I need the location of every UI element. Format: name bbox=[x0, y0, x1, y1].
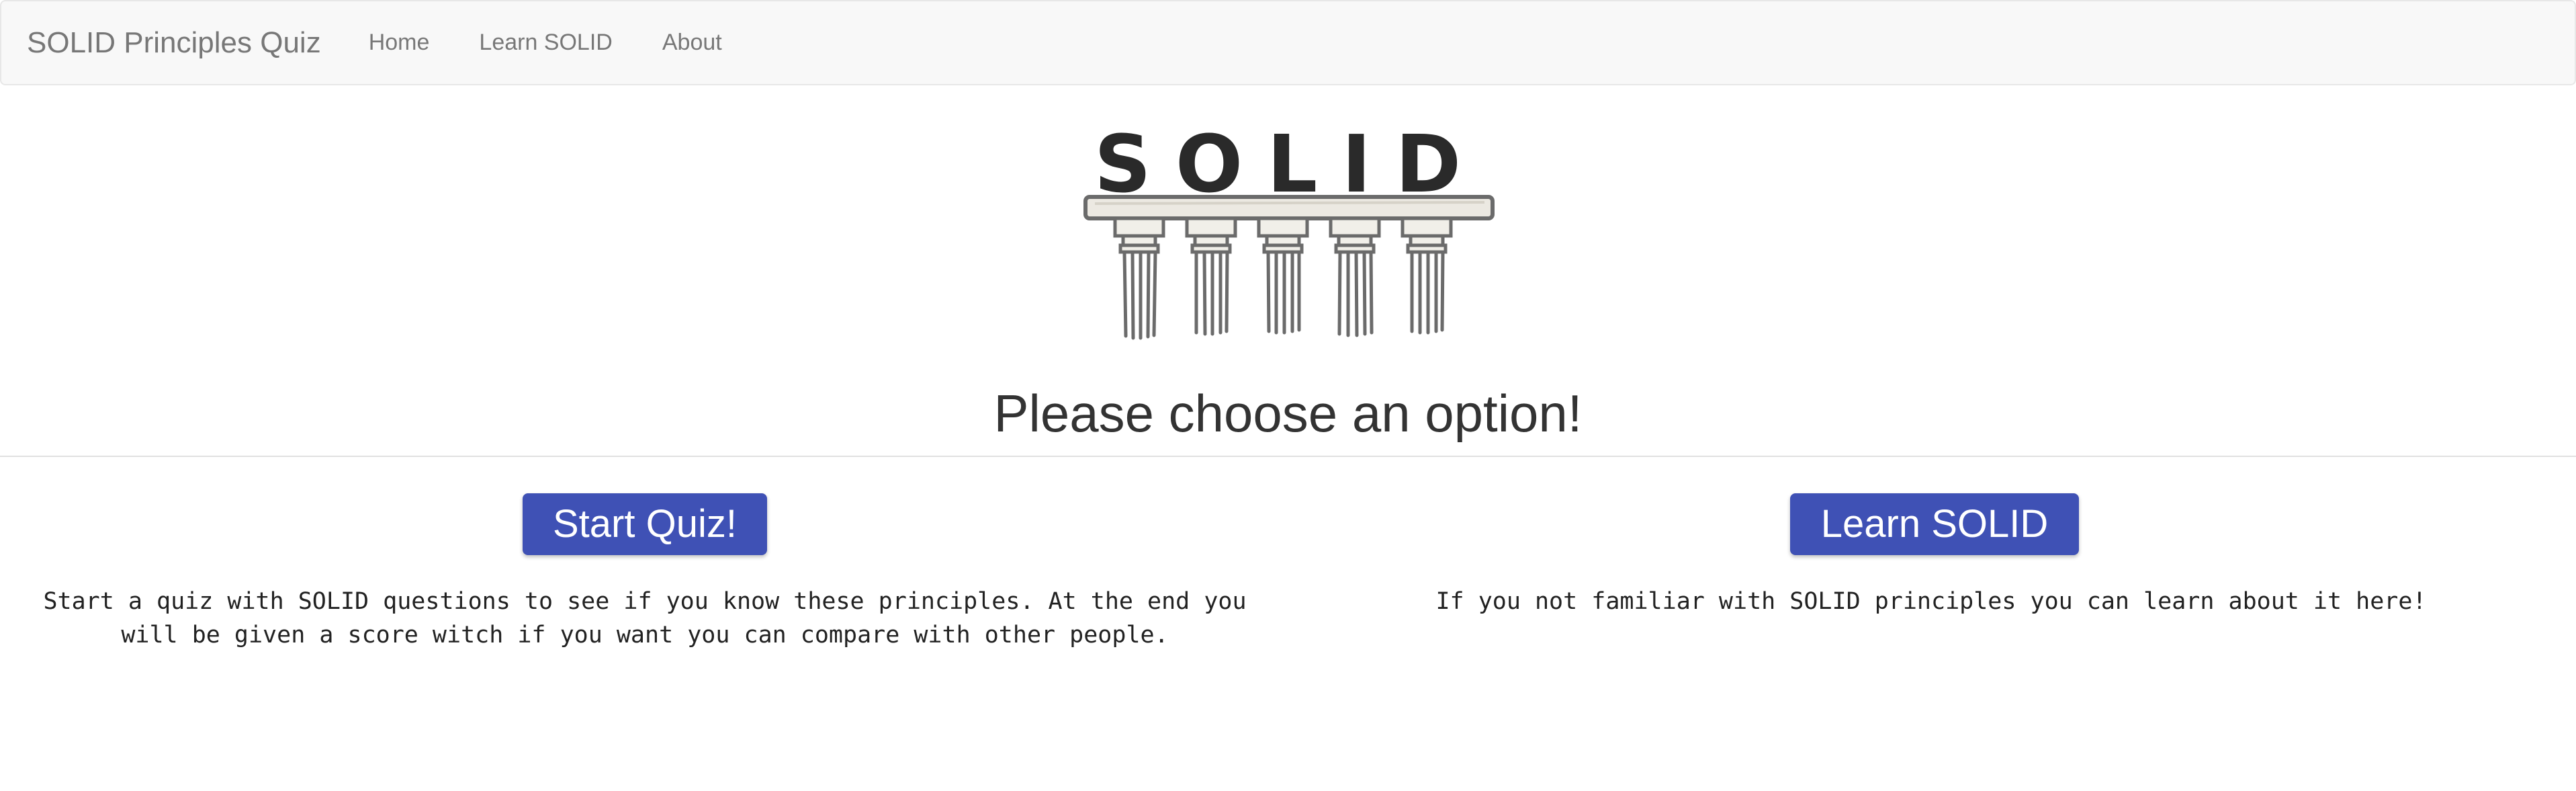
nav-link-about[interactable]: About bbox=[662, 30, 722, 56]
nav-link-home[interactable]: Home bbox=[369, 30, 430, 56]
page-headline: Please choose an option! bbox=[993, 384, 1583, 443]
section-divider bbox=[0, 456, 2576, 457]
quiz-description: Start a quiz with SOLID questions to see… bbox=[43, 588, 1247, 649]
top-navbar: SOLID Principles Quiz Home Learn SOLID A… bbox=[0, 0, 2576, 85]
navbar-brand[interactable]: SOLID Principles Quiz bbox=[27, 26, 321, 60]
learn-description: If you not familiar with SOLID principle… bbox=[1435, 588, 2427, 615]
solid-pillars-illustration: SOLID bbox=[1083, 118, 1495, 340]
learn-solid-button[interactable]: Learn SOLID bbox=[1790, 493, 2079, 555]
solid-logo: SOLID bbox=[1081, 118, 1498, 346]
nav-link-learn-solid[interactable]: Learn SOLID bbox=[479, 30, 612, 56]
start-quiz-button[interactable]: Start Quiz! bbox=[523, 493, 767, 555]
